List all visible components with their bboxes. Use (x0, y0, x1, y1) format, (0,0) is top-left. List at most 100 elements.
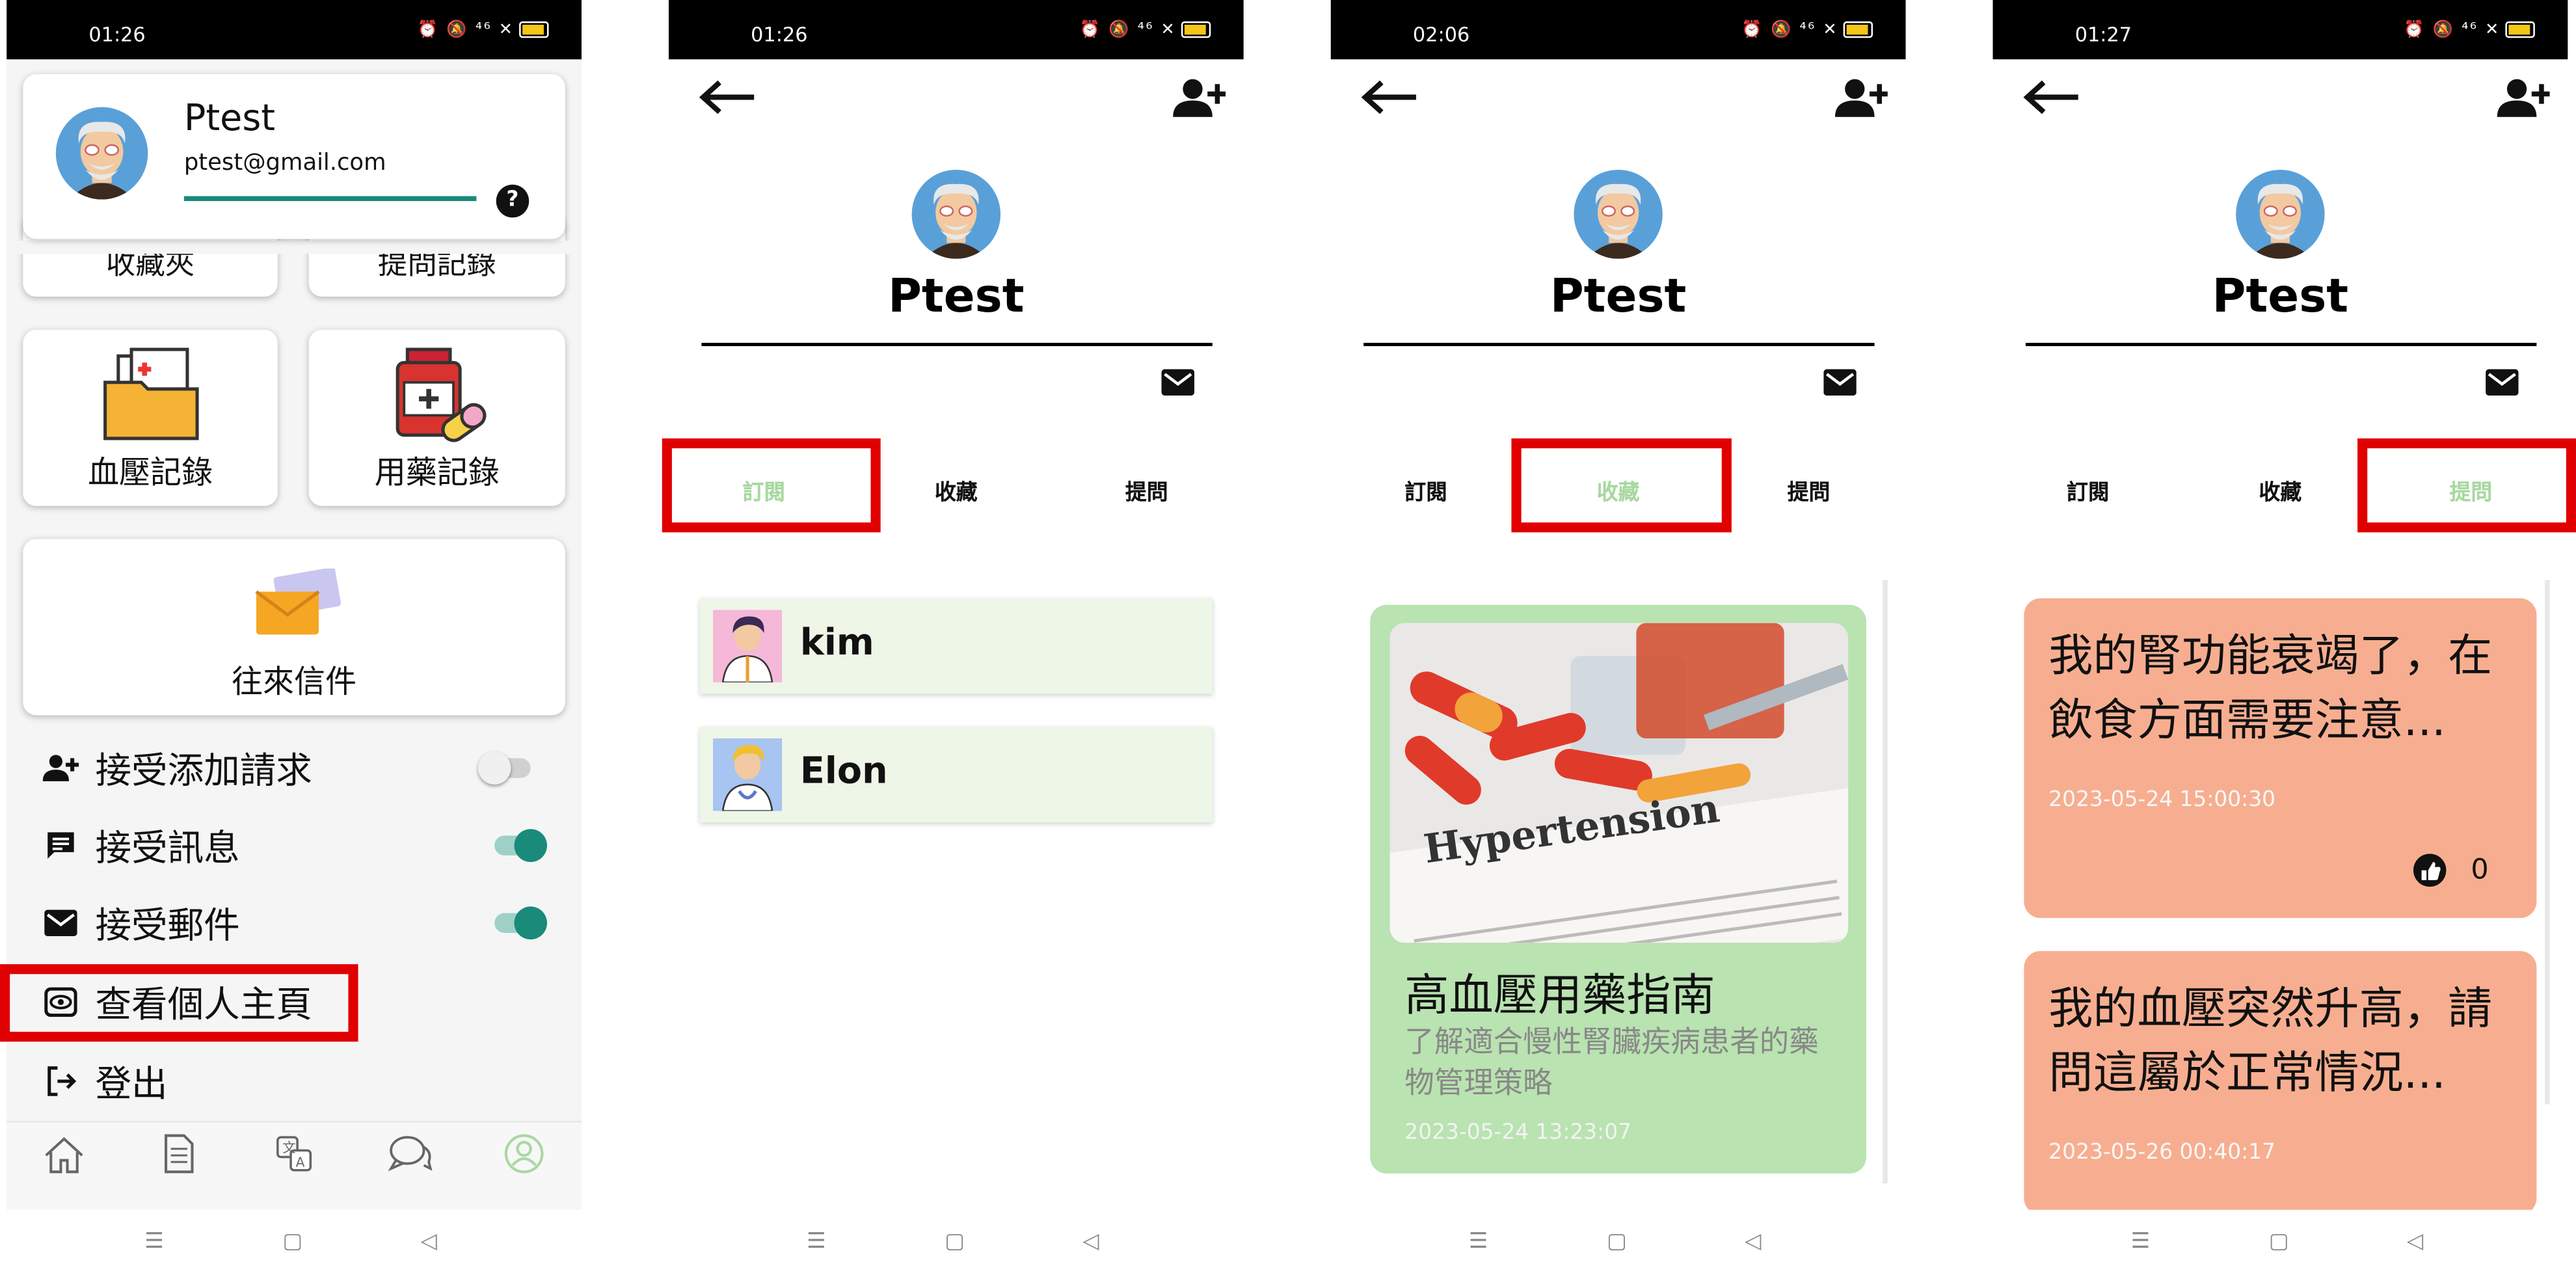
tab-questions[interactable]: 提問 (1743, 475, 1875, 506)
system-nav-bar: ☰ ▢ ◁ (668, 1209, 1244, 1279)
mail-icon[interactable] (1823, 369, 1857, 396)
status-icons: ⏰ 🔕 ⁴⁶ ✕ (2404, 21, 2535, 40)
home-square-icon[interactable]: ▢ (945, 1230, 965, 1254)
favorite-date: 2023-05-24 13:23:07 (1404, 1120, 1632, 1146)
menu-icon[interactable]: ☰ (2131, 1230, 2150, 1254)
menu-logout[interactable]: 登出 (40, 1048, 168, 1114)
add-friend-icon[interactable] (1173, 77, 1226, 117)
home-icon[interactable] (43, 1136, 86, 1176)
profile-email: ptest@gmail.com (183, 150, 386, 177)
status-bar: 02:06 ⏰ 🔕 ⁴⁶ ✕ (1330, 0, 1906, 60)
system-nav-bar: ☰ ▢ ◁ (1992, 1209, 2568, 1279)
question-date: 2023-05-26 00:40:17 (2048, 1140, 2276, 1166)
status-time: 01:26 (88, 23, 146, 46)
status-time: 01:26 (751, 23, 808, 46)
system-nav-bar: ☰ ▢ ◁ (1330, 1209, 1906, 1279)
add-friend-icon[interactable] (2497, 77, 2550, 117)
divider (2025, 342, 2537, 347)
phone-settings: 01:26 ⏰ 🔕 ⁴⁶ ✕ Ptest ptest@gmail.com ? 收… (7, 0, 582, 1279)
help-icon[interactable]: ? (496, 184, 530, 218)
status-icons: ⏰ 🔕 ⁴⁶ ✕ (1741, 21, 1873, 40)
mail-icon (40, 909, 83, 937)
tab-favorites[interactable]: 收藏 (891, 475, 1022, 506)
scrollbar[interactable] (1883, 580, 1888, 1184)
menu-icon[interactable]: ☰ (1469, 1230, 1488, 1254)
battery-icon (1843, 21, 1873, 38)
toggle-accept-messages[interactable] (494, 829, 547, 863)
svg-text:A: A (296, 1155, 305, 1170)
toggle-accept-mail[interactable] (494, 906, 547, 940)
back-arrow-icon[interactable] (698, 79, 757, 116)
back-arrow-icon[interactable] (1360, 79, 1419, 116)
mail-icon[interactable] (1161, 369, 1195, 396)
status-time: 02:06 (1412, 23, 1470, 46)
tile-mail[interactable]: 往來信件 (23, 539, 565, 716)
profile-nav-icon[interactable] (503, 1133, 546, 1176)
subscription-item[interactable]: kim (699, 598, 1213, 694)
tab-favorites[interactable]: 收藏 (2214, 475, 2346, 506)
status-icons: ⏰ 🔕 ⁴⁶ ✕ (418, 21, 549, 40)
status-time: 01:27 (2074, 23, 2132, 46)
subscription-item[interactable]: Elon (699, 727, 1213, 823)
tile-blood-pressure[interactable]: 血壓記錄 (23, 329, 278, 506)
add-person-icon (40, 753, 83, 783)
battery-icon (1181, 21, 1211, 38)
tile-med-label: 用藥記錄 (374, 455, 500, 491)
screenshot-stage: 01:26 ⏰ 🔕 ⁴⁶ ✕ Ptest ptest@gmail.com ? 收… (0, 0, 2576, 1279)
thumbs-up-icon[interactable] (2413, 854, 2447, 887)
menu-accept-mail[interactable]: 接受郵件 (40, 890, 240, 956)
back-triangle-icon[interactable]: ◁ (1745, 1230, 1761, 1254)
profile-page-name: Ptest (1550, 268, 1687, 323)
home-square-icon[interactable]: ▢ (282, 1230, 302, 1254)
favorite-desc: 了解適合慢性腎臟疾病患者的藥物管理策略 (1404, 1025, 1819, 1101)
question-date: 2023-05-24 15:00:30 (2048, 788, 2276, 813)
back-triangle-icon[interactable]: ◁ (421, 1230, 437, 1254)
svg-text:文: 文 (282, 1140, 295, 1155)
mail-icon[interactable] (2486, 369, 2519, 396)
highlight-view-profile (0, 964, 358, 1042)
back-triangle-icon[interactable]: ◁ (1082, 1230, 1099, 1254)
translate-icon[interactable]: 文A (275, 1134, 314, 1174)
back-triangle-icon[interactable]: ◁ (2407, 1230, 2423, 1254)
highlight-tab-questions (2357, 438, 2576, 533)
menu-accept-requests[interactable]: 接受添加請求 (40, 735, 312, 801)
profile-avatar (1574, 169, 1663, 259)
progress-bar (183, 196, 477, 202)
question-text: 我的腎功能衰竭了，在飲食方面需要注意... (2048, 631, 2493, 747)
divider (701, 342, 1213, 347)
menu-icon[interactable]: ☰ (144, 1230, 163, 1254)
add-friend-icon[interactable] (1834, 77, 1888, 117)
favorite-title: 高血壓用藥指南 (1404, 971, 1715, 1022)
phone-profile-subscriptions: 01:26 ⏰ 🔕 ⁴⁶ ✕ Ptest 訂閱 收藏 提問 kim Elon ☰… (668, 0, 1244, 1279)
menu-icon[interactable]: ☰ (807, 1230, 825, 1254)
question-text: 我的血壓突然升高，請問這屬於正常情況... (2048, 984, 2493, 1099)
document-icon[interactable] (161, 1133, 197, 1176)
tab-subscriptions[interactable]: 訂閱 (1360, 475, 1492, 506)
toggle-knob (514, 829, 547, 863)
toggle-accept-requests[interactable] (477, 751, 531, 785)
highlight-tab-favorites (1511, 438, 1732, 533)
home-square-icon[interactable]: ▢ (2269, 1230, 2289, 1254)
status-bar: 01:26 ⏰ 🔕 ⁴⁶ ✕ (7, 0, 582, 60)
back-arrow-icon[interactable] (2022, 79, 2082, 116)
envelope-icon (255, 569, 341, 635)
question-card[interactable]: 我的血壓突然升高，請問這屬於正常情況... 2023-05-26 00:40:1… (2024, 950, 2537, 1215)
logout-icon (40, 1065, 83, 1098)
phone-profile-questions: 01:27 ⏰ 🔕 ⁴⁶ ✕ Ptest 訂閱 收藏 提問 我的腎功能衰竭了，在… (1992, 0, 2576, 1279)
tab-subscriptions[interactable]: 訂閱 (2022, 475, 2154, 506)
menu-accept-messages[interactable]: 接受訊息 (40, 813, 240, 878)
home-square-icon[interactable]: ▢ (1607, 1230, 1627, 1254)
tile-mail-label: 往來信件 (232, 664, 357, 701)
subscription-name: kim (799, 623, 874, 665)
profile-card[interactable]: Ptest ptest@gmail.com ? (23, 74, 565, 239)
question-card[interactable]: 我的腎功能衰竭了，在飲食方面需要注意... 2023-05-24 15:00:3… (2024, 598, 2537, 919)
toggle-knob (477, 751, 511, 785)
scrollbar[interactable] (2544, 580, 2550, 1105)
chat-icon[interactable] (388, 1134, 434, 1174)
favorite-card[interactable]: Hypertension 高血壓用藥指南 了解適合慢性腎臟疾病患者的藥物管理策略… (1370, 604, 1866, 1174)
menu-accept-requests-label: 接受添加請求 (95, 751, 312, 793)
message-icon (40, 829, 83, 862)
tile-medication[interactable]: 用藥記錄 (308, 329, 565, 506)
system-nav-bar: ☰ ▢ ◁ (7, 1209, 582, 1279)
tab-questions[interactable]: 提問 (1081, 475, 1213, 506)
